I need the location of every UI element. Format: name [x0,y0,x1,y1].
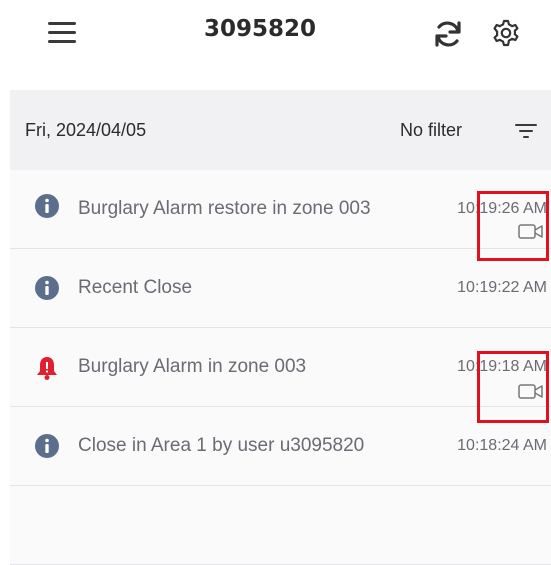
info-icon [34,193,60,219]
event-list-panel: Fri, 2024/04/05 No filter Burglary Alarm… [10,90,551,565]
gear-icon[interactable] [490,17,522,49]
info-icon [34,433,60,459]
list-item[interactable]: Close in Area 1 by user u3095820 10:18:2… [10,407,551,486]
event-message: Recent Close [78,277,193,298]
highlight-box [477,191,549,261]
event-message: Burglary Alarm restore in zone 003 [78,198,371,219]
filter-button[interactable]: No filter [400,120,462,141]
list-item[interactable] [10,486,551,565]
refresh-icon[interactable] [432,18,464,50]
filter-icon[interactable] [515,124,537,140]
event-message: Burglary Alarm in zone 003 [78,356,307,377]
date-label: Fri, 2024/04/05 [25,120,147,140]
highlight-box [477,351,549,423]
event-time: 10:18:24 AM [457,437,547,454]
event-message: Close in Area 1 by user u3095820 [78,435,365,456]
alarm-bell-icon [34,355,60,381]
list-item[interactable]: Burglary Alarm restore in zone 003 10:19… [10,170,551,249]
page-title: 3095820 [203,16,317,42]
event-time: 10:19:22 AM [457,279,547,296]
top-app-bar: 3095820 [0,0,551,75]
hamburger-menu-icon[interactable] [48,22,78,44]
list-item[interactable]: Burglary Alarm in zone 003 10:19:18 AM [10,328,551,407]
list-header: Fri, 2024/04/05 No filter [10,90,551,170]
list-item[interactable]: Recent Close 10:19:22 AM [10,249,551,328]
info-icon [34,275,60,301]
